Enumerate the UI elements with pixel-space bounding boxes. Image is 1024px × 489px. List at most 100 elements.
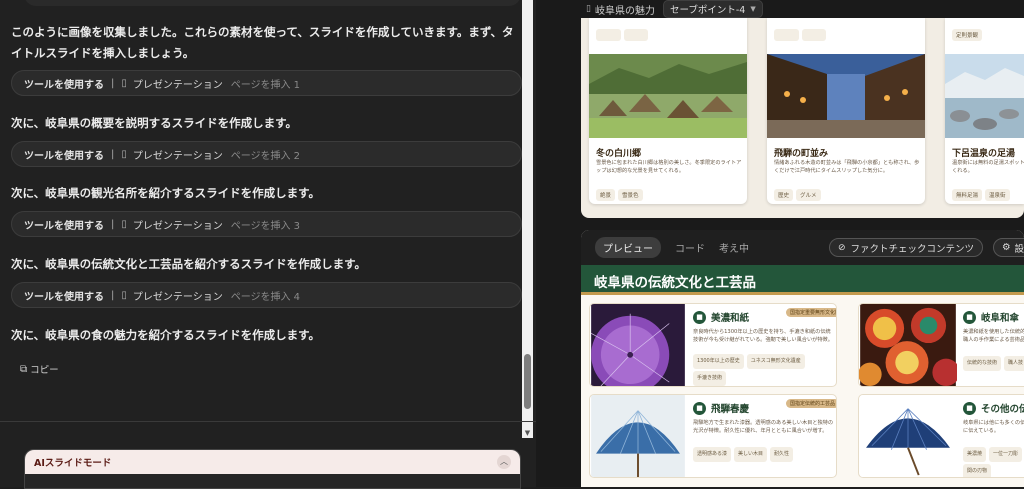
craft-title-text: その他の伝統工芸 xyxy=(981,404,1024,415)
mino-washi-photo xyxy=(590,304,685,386)
tool-action: ページを挿入 3 xyxy=(230,220,301,232)
craft-badge: 国指定重要無形文化財 xyxy=(786,308,836,317)
craft-description: 飛騨地方で生まれた漆器。透明感のある美しい木目と独特の光沢が特徴。耐久性に優れ、… xyxy=(693,420,834,434)
savepoint-label: セーブポイント-4 xyxy=(669,5,746,16)
presentation-icon: ▯ xyxy=(121,289,127,301)
document-title: ▯ 岐阜県の魅力 xyxy=(586,2,655,17)
ai-slide-mode-header[interactable]: AIスライドモード ︿ xyxy=(25,450,520,474)
tool-separator: | xyxy=(111,218,115,230)
copy-button[interactable]: ⧉ コピー xyxy=(20,362,59,377)
card-top-tags xyxy=(774,22,829,41)
craft-title-text: 美濃和紙 xyxy=(711,313,750,324)
chat-message-step-2: 次に、岐阜県の観光名所を紹介するスライドを作成します。 xyxy=(11,186,321,200)
craft-title: ■ 美濃和紙 xyxy=(693,310,749,324)
tool-separator: | xyxy=(111,148,115,160)
tool-use-label: ツールを使用する xyxy=(24,291,104,303)
tool-call-chip-3[interactable]: ツールを使用する | ▯ プレゼンテーション ページを挿入 3 xyxy=(11,211,522,237)
slide-card-gero-onsen: 定則景観 下呂温泉の足湯 温泉街には無料の足湯スポットも点在し、散策の疲れを癒し… xyxy=(945,18,1024,204)
tool-action: ページを挿入 4 xyxy=(230,291,301,303)
card-tags: 歴史 グルメ xyxy=(774,182,824,201)
craft-body: ■ 美濃和紙 国指定重要無形文化財 奈良時代から1300年以上の歴史を持ち、手漉き… xyxy=(693,304,836,386)
hida-town-photo xyxy=(767,54,925,138)
craft-tag: 耐久性 xyxy=(770,447,794,462)
craft-tags: 伝統的な技術 職人技 xyxy=(963,356,1024,373)
craft-card-hida-shunkei: ■ 飛騨春慶 国指定伝統的工芸品 飛騨地方で生まれた漆器。透明感のある美しい木目と… xyxy=(589,394,837,478)
tool-call-chip-4[interactable]: ツールを使用する | ▯ プレゼンテーション ページを挿入 4 xyxy=(11,282,522,308)
craft-tag: 一位一刀彫 xyxy=(989,447,1023,462)
tool-use-label: ツールを使用する xyxy=(24,150,104,162)
settings-button[interactable]: ⚙ 設 xyxy=(993,238,1024,257)
chat-message-step-3: 次に、岐阜県の伝統文化と工芸品を紹介するスライドを作成します。 xyxy=(11,257,367,271)
craft-badge: 国指定伝統的工芸品 xyxy=(786,399,836,408)
craft-title-text: 岐阜和傘 xyxy=(981,313,1020,324)
tool-action: ページを挿入 2 xyxy=(230,150,301,162)
slide-title: 岐阜県の伝統文化と工芸品 xyxy=(594,275,756,291)
tab-code[interactable]: コード xyxy=(675,240,705,255)
factcheck-button[interactable]: ⊘ ファクトチェックコンテンツ xyxy=(829,238,984,257)
chat-divider xyxy=(0,421,536,422)
card-title: 冬の白川郷 xyxy=(596,149,642,159)
tool-separator: | xyxy=(111,77,115,89)
craft-tag: 透明感ある漆 xyxy=(693,447,732,462)
craft-tag: ユネスコ無形文化遺産 xyxy=(746,354,805,369)
craft-body: ■ 岐阜和傘 美濃和紙を使用した伝統的な和傘は、骨組みから仕上げまで職人の手作業に… xyxy=(963,304,1024,386)
tab-thinking[interactable]: 考え中 xyxy=(719,240,749,255)
chat-message-intro: このように画像を収集しました。これらの素材を使って、スライドを作成していきます。… xyxy=(11,25,514,60)
card-tag: 絶景 xyxy=(596,189,616,201)
craft-tag: 手漉き技術 xyxy=(693,371,727,386)
craft-description: 奈良時代から1300年以上の歴史を持ち、手漉き和紙の伝統技術が今も受け継がれてい… xyxy=(693,329,833,343)
tool-name: プレゼンテーション xyxy=(132,150,223,162)
craft-tag: 伝統的な技術 xyxy=(963,356,1002,371)
card-top-tags xyxy=(596,22,651,41)
card-tags: 絶景 雪景色 xyxy=(596,182,646,201)
tab-preview[interactable]: プレビュー xyxy=(595,237,661,258)
chat-panel: このように画像を収集しました。これらの素材を使って、スライドを作成していきます。… xyxy=(0,0,536,489)
slide-preview-tourism: 冬の白川郷 雪景色に包まれた白川郷は格別の美しさ。冬季限定のライトアップは幻想的… xyxy=(581,18,1024,218)
previous-message-box xyxy=(24,0,521,6)
other-crafts-photo xyxy=(860,395,956,477)
tool-call-chip-1[interactable]: ツールを使用する | ▯ プレゼンテーション ページを挿入 1 xyxy=(11,70,522,96)
chevron-up-icon[interactable]: ︿ xyxy=(497,455,511,469)
slide-card-shirakawago: 冬の白川郷 雪景色に包まれた白川郷は格別の美しさ。冬季限定のライトアップは幻想的… xyxy=(589,18,747,204)
craft-card-gifu-wagasa: ■ 岐阜和傘 美濃和紙を使用した伝統的な和傘は、骨組みから仕上げまで職人の手作業に… xyxy=(858,303,1024,387)
card-description: 温泉街には無料の足湯スポットも点在し、散策の疲れを癒してくれる。 xyxy=(952,160,1024,174)
card-description: 情緒あふれる木造の町並みは「飛騨の小京都」とも称され、歩くだけで江戸時代にタイム… xyxy=(774,160,920,174)
copy-icon: ⧉ xyxy=(20,363,28,375)
scroll-down-arrow-icon[interactable]: ▼ xyxy=(522,428,533,438)
card-title: 飛騨の町並み xyxy=(774,149,829,159)
ai-slide-mode-panel: AIスライドモード ︿ xyxy=(24,449,521,489)
craft-tag: 関の刃物 xyxy=(963,464,992,477)
hida-shunkei-photo xyxy=(591,395,685,477)
presentation-icon: ▯ xyxy=(121,148,127,160)
preview-pane: ▯ 岐阜県の魅力 セーブポイント-4 ▼ 冬の白川郷 雪景色に包まれた白川郷は格別… xyxy=(536,0,1024,487)
presentation-icon: ▯ xyxy=(121,77,127,89)
scrollbar-thumb[interactable] xyxy=(524,354,531,409)
tool-use-label: ツールを使用する xyxy=(24,79,104,91)
craft-title: ■ 飛騨春慶 xyxy=(693,401,749,415)
card-tag: 無料足湯 xyxy=(952,189,983,201)
craft-description: 美濃和紙を使用した伝統的な和傘は、骨組みから仕上げまで職人の手作業による芸術品。 xyxy=(963,329,1024,343)
slide-card-hida-town: 飛騨の町並み 情緒あふれる木造の町並みは「飛騨の小京都」とも称され、歩くだけで江… xyxy=(767,18,925,204)
tool-name: プレゼンテーション xyxy=(132,220,223,232)
tool-call-chip-2[interactable]: ツールを使用する | ▯ プレゼンテーション ページを挿入 2 xyxy=(11,141,522,167)
craft-body: ■ 飛騨春慶 国指定伝統的工芸品 飛騨地方で生まれた漆器。透明感のある美しい木目と… xyxy=(693,395,836,477)
craft-tag: 1300年以上の歴史 xyxy=(693,354,744,369)
check-circle-icon: ⊘ xyxy=(838,242,846,253)
settings-label: 設 xyxy=(1014,243,1024,255)
card-tag: グルメ xyxy=(796,189,821,201)
card-tag: 雪景色 xyxy=(618,189,643,201)
shirakawago-photo xyxy=(589,54,747,138)
chat-scrollbar[interactable]: ▼ xyxy=(522,0,533,438)
craft-body: ■ その他の伝統工芸 岐阜県には他にも多くの伝統工芸品があり、地域の文化を今に伝え… xyxy=(963,395,1024,477)
savepoint-dropdown[interactable]: セーブポイント-4 ▼ xyxy=(662,0,763,18)
card-tag: 定則景観 xyxy=(952,29,983,41)
card-tag: 歴史 xyxy=(774,189,794,201)
card-title: 下呂温泉の足湯 xyxy=(952,149,1016,159)
slide-preview-crafts: プレビュー コード 考え中 ⊘ ファクトチェックコンテンツ ⚙ 設 岐阜県の伝統文化… xyxy=(581,230,1024,487)
card-tag: 温泉街 xyxy=(985,189,1010,201)
tool-name: プレゼンテーション xyxy=(132,79,223,91)
slide-title-banner: 岐阜県の伝統文化と工芸品 xyxy=(581,265,1024,295)
chat-message-step-1: 次に、岐阜県の概要を説明するスライドを作成します。 xyxy=(11,116,298,130)
craft-icon: ■ xyxy=(693,310,706,324)
gear-icon: ⚙ xyxy=(1002,242,1011,253)
